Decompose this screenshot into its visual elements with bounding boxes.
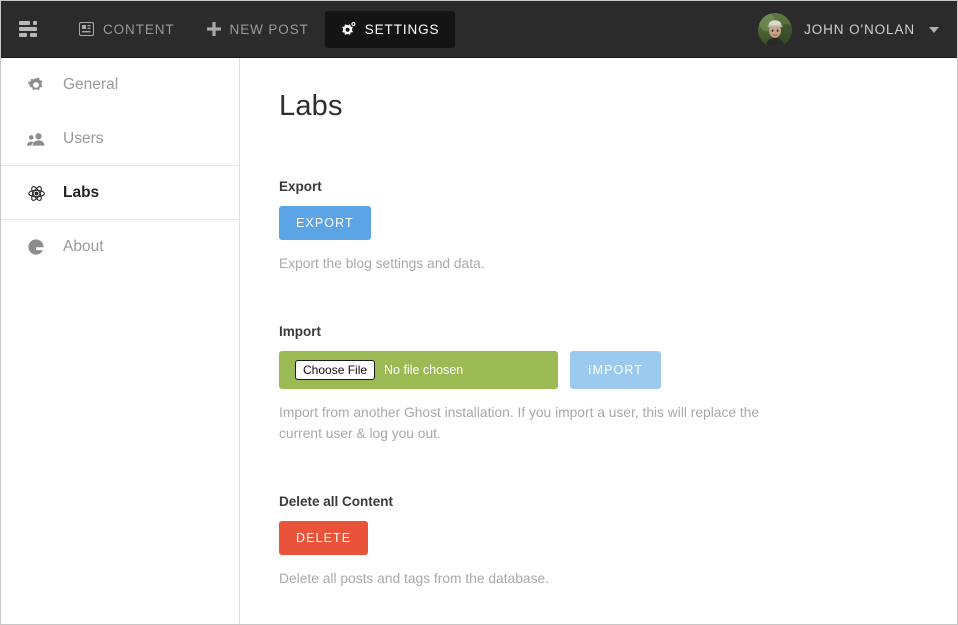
labs-content-panel: Labs Export EXPORT Export the blog setti… (241, 58, 957, 624)
nav-item-settings[interactable]: SETTINGS (325, 11, 456, 48)
page-title: Labs (279, 90, 917, 123)
chosen-file-name: No file chosen (384, 363, 463, 377)
menu-grid-icon (19, 21, 39, 37)
ghost-admin-window: CONTENT NEW POST (0, 0, 958, 625)
gear-icon (341, 22, 356, 36)
content-icon (79, 22, 94, 36)
atom-icon (27, 185, 45, 202)
export-section-label: Export (279, 179, 917, 194)
nav-item-content[interactable]: CONTENT (63, 11, 191, 48)
delete-section: Delete all Content DELETE Delete all pos… (279, 494, 917, 589)
nav-item-settings-label: SETTINGS (365, 22, 440, 37)
sidebar-item-users-label: Users (63, 130, 103, 148)
import-button[interactable]: IMPORT (570, 351, 661, 389)
import-file-input[interactable]: Choose File No file chosen (279, 351, 558, 389)
chevron-down-icon (929, 27, 939, 33)
ghost-logo-icon (27, 239, 45, 255)
import-controls-row: Choose File No file chosen IMPORT (279, 351, 917, 389)
delete-button[interactable]: DELETE (279, 521, 368, 555)
settings-sidebar: General Users (1, 58, 240, 624)
import-section-label: Import (279, 324, 917, 339)
sidebar-item-labs-label: Labs (63, 184, 99, 202)
user-name-label: JOHN O'NOLAN (804, 22, 915, 37)
sidebar-item-about[interactable]: About (1, 220, 239, 274)
users-icon (27, 132, 45, 146)
export-button[interactable]: EXPORT (279, 206, 371, 240)
user-menu-button[interactable]: JOHN O'NOLAN (758, 1, 939, 58)
export-section: Export EXPORT Export the blog settings a… (279, 179, 917, 274)
import-help-text: Import from another Ghost installation. … (279, 402, 779, 444)
plus-icon (207, 22, 221, 36)
sidebar-item-users[interactable]: Users (1, 112, 239, 166)
sidebar-item-labs[interactable]: Labs (1, 166, 239, 220)
choose-file-button[interactable]: Choose File (295, 360, 375, 380)
sidebar-item-general[interactable]: General (1, 58, 239, 112)
gear-icon (27, 77, 45, 93)
nav-item-new-post[interactable]: NEW POST (191, 11, 325, 48)
sidebar-item-about-label: About (63, 238, 104, 256)
sidebar-item-general-label: General (63, 76, 118, 94)
navbar-items: CONTENT NEW POST (63, 11, 455, 48)
delete-section-label: Delete all Content (279, 494, 917, 509)
menu-toggle-button[interactable] (1, 1, 57, 58)
export-help-text: Export the blog settings and data. (279, 253, 779, 274)
nav-item-content-label: CONTENT (103, 22, 175, 37)
top-navbar: CONTENT NEW POST (1, 1, 957, 58)
nav-item-new-post-label: NEW POST (230, 22, 309, 37)
import-section: Import Choose File No file chosen IMPORT… (279, 324, 917, 444)
delete-help-text: Delete all posts and tags from the datab… (279, 568, 779, 589)
avatar (758, 13, 792, 47)
